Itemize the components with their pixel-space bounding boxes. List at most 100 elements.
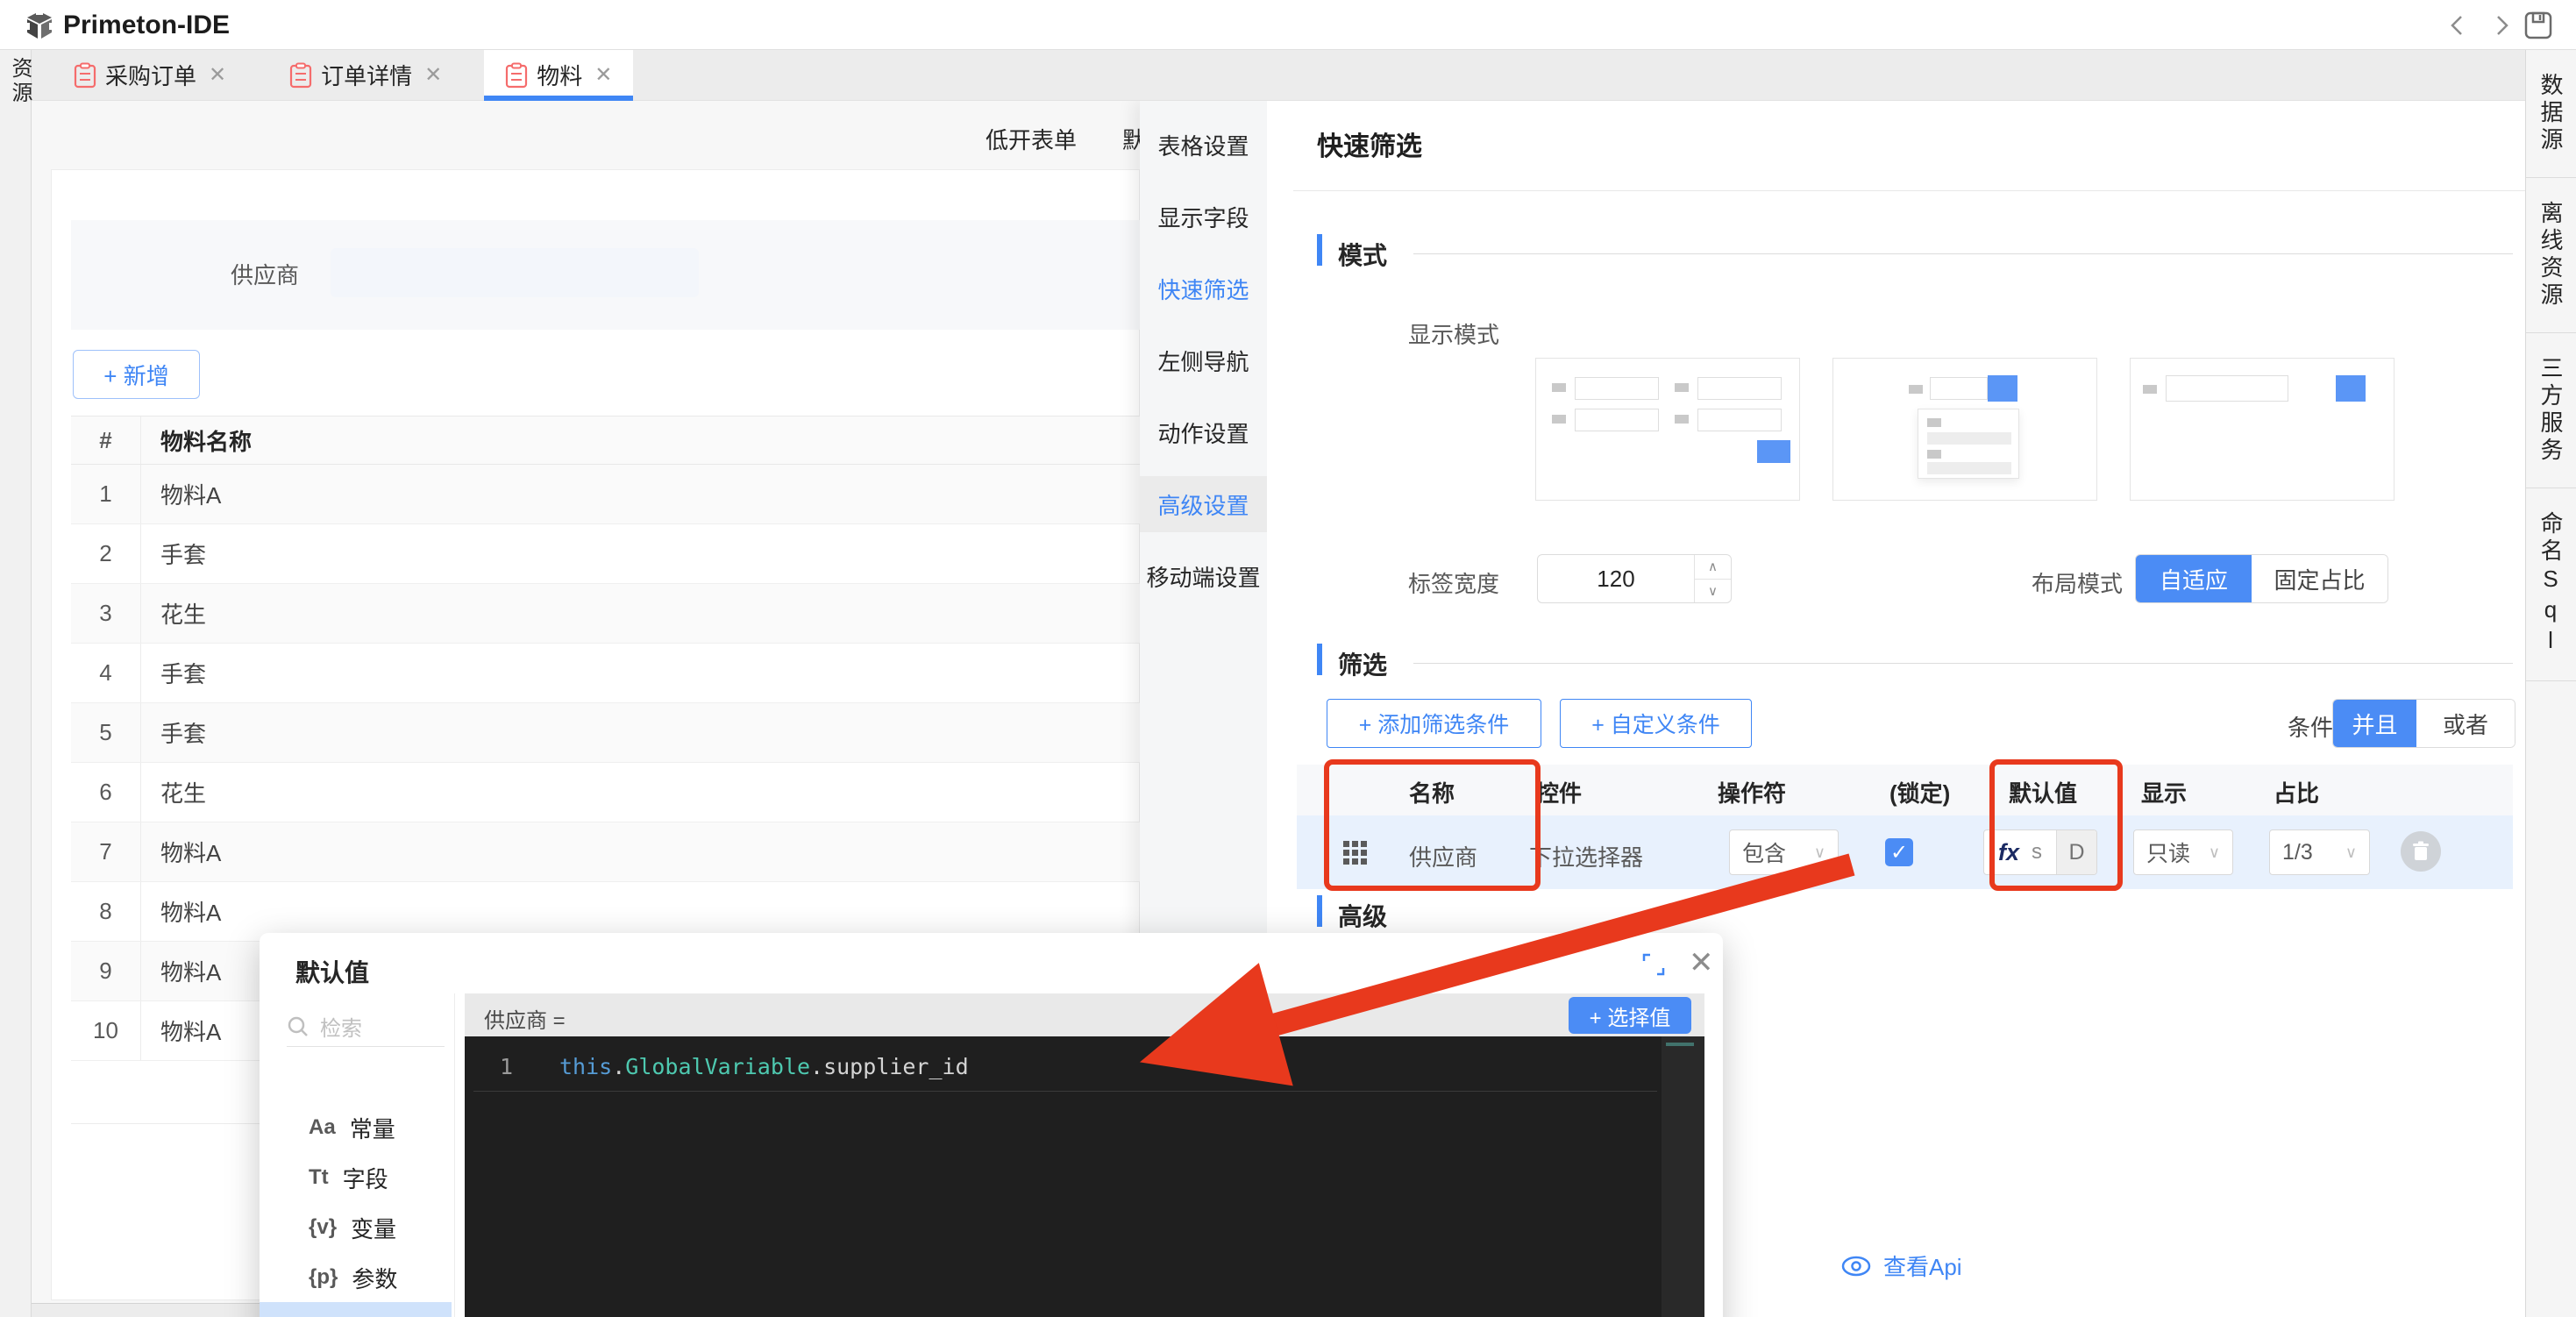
settings-menu-item-左侧导航[interactable]: 左侧导航 (1140, 332, 1267, 388)
operator-select[interactable]: 包含∨ (1729, 829, 1839, 875)
tab-bar: 采购订单✕订单详情✕物料✕ (32, 50, 2525, 101)
mode-section-title: 模式 (1338, 237, 1387, 272)
stepper-down-icon[interactable]: ∨ (1695, 580, 1731, 603)
dialog-side-item-表达式[interactable]: fx表达式 (260, 1302, 452, 1317)
mode-preview-expanded (1535, 358, 1800, 501)
settings-menu-item-高级设置[interactable]: 高级设置 (1140, 476, 1267, 532)
add-filter-condition-button[interactable]: + 添加筛选条件 (1327, 699, 1541, 748)
line-number: 1 (500, 1054, 513, 1079)
s-mode-option[interactable]: s (2032, 840, 2042, 865)
layout-mode-toggle: 自适应固定占比 (2135, 554, 2388, 603)
toolbar-form-type-label[interactable]: 低开表单 (986, 123, 1077, 155)
row-material-name: 物料A (141, 955, 221, 987)
select-value-button[interactable]: + 选择值 (1569, 997, 1691, 1034)
toggle-option-并且[interactable]: 并且 (2333, 700, 2416, 747)
quick-filter-preview: 供应商 (71, 220, 1141, 330)
nav-back-icon[interactable] (2446, 14, 2469, 37)
document-icon (505, 62, 528, 89)
row-index: 7 (71, 822, 141, 881)
filter-header-名称: 名称 (1409, 776, 1455, 808)
code-editor[interactable]: 1 this.GlobalVariable.supplier_id (465, 1036, 1704, 1317)
filter-header-(锁定): (锁定) (1889, 776, 1950, 808)
code-line[interactable]: this.GlobalVariable.supplier_id (559, 1054, 969, 1079)
settings-menu-item-显示字段[interactable]: 显示字段 (1140, 189, 1267, 245)
section-line (1413, 663, 2513, 664)
custom-condition-button[interactable]: + 自定义条件 (1560, 699, 1752, 748)
tab-订单详情[interactable]: 订单详情 ✕ (268, 50, 463, 100)
app-logo-icon (23, 8, 56, 43)
toggle-option-固定占比[interactable]: 固定占比 (2252, 555, 2387, 602)
display-mode-label: 显示模式 (1408, 317, 1499, 350)
side-item-prefix: {p} (309, 1265, 338, 1290)
code-token: . (612, 1054, 625, 1079)
left-rail-resources-tab[interactable]: 资源 (4, 57, 35, 106)
dialog-sidebar: 检索 Aa常量Tt字段{v}变量 {p} 参数 fx表达式 (260, 993, 455, 1317)
filter-row-name: 供应商 (1409, 840, 1477, 872)
view-api-link[interactable]: 查看Api (1841, 1249, 1962, 1282)
document-icon (74, 62, 96, 89)
side-item-prefix: {v} (309, 1215, 337, 1240)
supplier-field-label: 供应商 (231, 258, 299, 290)
supplier-field-input[interactable] (331, 248, 699, 297)
locked-checkbox[interactable]: ✓ (1885, 838, 1913, 866)
right-rail: 数据源离线资源三方服务命名Sql (2525, 50, 2576, 1317)
drag-handle-icon[interactable] (1343, 841, 1367, 865)
document-icon (289, 62, 312, 89)
delete-row-icon[interactable] (2401, 831, 2441, 872)
right-rail-item-三方服务[interactable]: 三方服务 (2526, 333, 2576, 488)
settings-menu-item-移动端设置[interactable]: 移动端设置 (1140, 548, 1267, 604)
eye-icon (1841, 1256, 1871, 1277)
filter-section-title: 筛选 (1338, 646, 1387, 681)
d-mode-option[interactable]: D (2056, 830, 2096, 874)
tab-采购订单[interactable]: 采购订单✕ (53, 50, 247, 100)
side-item-label: 参数 (352, 1262, 397, 1294)
tab-label: 订单详情 (321, 59, 412, 91)
label-width-label: 标签宽度 (1408, 566, 1499, 599)
settings-menu-item-快速筛选[interactable]: 快速筛选 (1140, 260, 1267, 317)
display-select[interactable]: 只读∨ (2133, 829, 2233, 875)
dialog-side-item-参数[interactable]: {p} 参数 (260, 1252, 452, 1303)
section-bar (1317, 895, 1322, 927)
dialog-side-item-常量[interactable]: Aa常量 (260, 1102, 452, 1153)
nav-forward-icon[interactable] (2490, 14, 2513, 37)
save-icon[interactable] (2523, 11, 2553, 40)
rail-item-label: 三方服务 (2535, 356, 2567, 465)
code-token: this (559, 1054, 612, 1079)
add-row-button-label: + 新增 (103, 359, 168, 391)
app-title: Primeton-IDE (63, 11, 230, 40)
row-material-name: 物料A (141, 895, 221, 928)
editor-minimap[interactable] (1662, 1036, 1704, 1317)
right-rail-item-离线资源[interactable]: 离线资源 (2526, 178, 2576, 333)
toggle-option-或者[interactable]: 或者 (2416, 700, 2515, 747)
tab-物料[interactable]: 物料✕ (484, 50, 633, 100)
right-rail-item-命名Sql[interactable]: 命名Sql (2526, 488, 2576, 681)
tab-close-icon[interactable]: ✕ (209, 62, 226, 88)
label-width-value[interactable]: 120 (1538, 555, 1694, 602)
header-material-name: 物料名称 (141, 424, 252, 457)
close-icon[interactable]: ✕ (1689, 945, 1714, 980)
label-width-input[interactable]: 120 ∧ ∨ (1537, 554, 1732, 603)
dialog-side-item-变量[interactable]: {v}变量 (260, 1202, 452, 1253)
settings-panel-title: 快速筛选 (1317, 125, 1422, 163)
row-material-name: 手套 (141, 657, 206, 689)
settings-menu-item-表格设置[interactable]: 表格设置 (1140, 117, 1267, 173)
condition-relation-toggle: 并且或者 (2332, 699, 2516, 748)
label-width-stepper[interactable]: ∧ ∨ (1694, 555, 1731, 602)
default-value-mode-control[interactable]: fx s D (1983, 829, 2097, 875)
fullscreen-icon[interactable] (1641, 952, 1666, 977)
fx-mode-option[interactable]: fx (1998, 839, 2019, 866)
tab-close-icon[interactable]: ✕ (424, 62, 442, 88)
tab-close-icon[interactable]: ✕ (594, 62, 612, 88)
filter-header-操作符: 操作符 (1718, 776, 1786, 808)
right-rail-item-数据源[interactable]: 数据源 (2526, 50, 2576, 178)
ratio-value: 1/3 (2282, 840, 2313, 865)
settings-menu-item-动作设置[interactable]: 动作设置 (1140, 404, 1267, 460)
dialog-side-item-字段[interactable]: Tt字段 (260, 1152, 452, 1203)
add-row-button[interactable]: + 新增 (73, 350, 200, 399)
filter-header-显示: 显示 (2141, 776, 2187, 808)
search-input[interactable]: 检索 (287, 1011, 362, 1042)
toggle-option-自适应[interactable]: 自适应 (2136, 555, 2252, 602)
ratio-select[interactable]: 1/3∨ (2269, 829, 2370, 875)
stepper-up-icon[interactable]: ∧ (1695, 555, 1731, 580)
code-token: . (810, 1054, 823, 1079)
